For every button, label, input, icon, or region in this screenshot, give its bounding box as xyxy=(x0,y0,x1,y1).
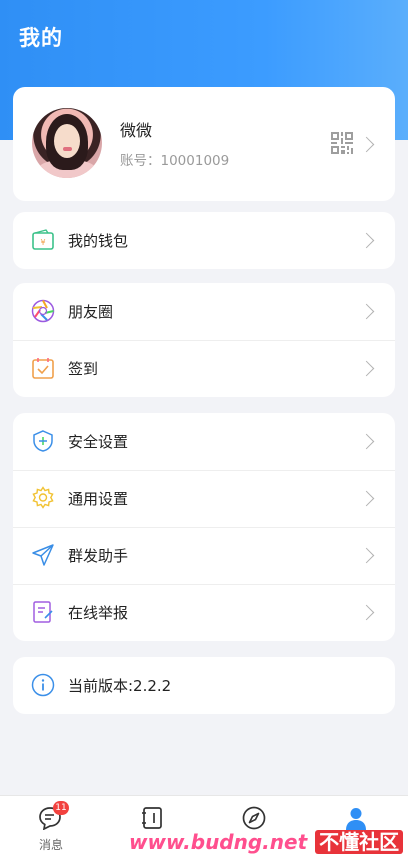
menu-item-broadcast[interactable]: 群发助手 xyxy=(13,527,395,584)
chevron-right-icon xyxy=(358,136,375,153)
moments-aperture-icon xyxy=(31,299,55,323)
report-edit-icon xyxy=(33,601,53,623)
watermark-text: 不懂社区 xyxy=(315,830,404,854)
wallet-card: ¥ 我的钱包 xyxy=(13,212,395,269)
menu-item-label: 在线举报 xyxy=(68,604,129,622)
menu-item-label: 群发助手 xyxy=(68,547,129,565)
chevron-right-icon xyxy=(358,232,375,249)
menu-item-security[interactable]: 安全设置 xyxy=(13,413,395,470)
version-label: 当前版本:2.2.2 xyxy=(68,677,172,695)
chevron-right-icon xyxy=(358,360,375,377)
menu-item-label: 安全设置 xyxy=(68,433,129,451)
svg-text:¥: ¥ xyxy=(40,238,45,247)
unread-badge: 11 xyxy=(53,801,69,815)
menu-item-label: 我的钱包 xyxy=(68,232,129,250)
menu-item-moments[interactable]: 朋友圈 xyxy=(13,283,395,340)
chevron-right-icon xyxy=(358,547,375,564)
menu-item-label: 朋友圈 xyxy=(68,303,114,321)
menu-item-checkin[interactable]: 签到 xyxy=(13,340,395,397)
page-title: 我的 xyxy=(19,26,63,50)
chevron-right-icon xyxy=(358,433,375,450)
watermark-domain: www.budng.net xyxy=(129,830,308,854)
watermark: www.budng.net 不懂社区 xyxy=(129,826,408,856)
shield-icon xyxy=(33,430,53,452)
social-card: 朋友圈 签到 xyxy=(13,283,395,397)
chevron-right-icon xyxy=(358,490,375,507)
profile-card[interactable]: 微微 账号：10001009 xyxy=(13,87,395,201)
calendar-check-icon xyxy=(32,358,54,379)
wallet-icon: ¥ xyxy=(32,229,54,250)
gear-icon xyxy=(32,486,54,509)
info-icon xyxy=(31,673,55,697)
version-card: 当前版本:2.2.2 xyxy=(13,657,395,714)
menu-item-report[interactable]: 在线举报 xyxy=(13,584,395,641)
tab-label: 消息 xyxy=(38,838,63,852)
tab-messages[interactable]: 11 消息 xyxy=(0,796,102,861)
menu-item-version[interactable]: 当前版本:2.2.2 xyxy=(13,657,395,714)
profile-nickname: 微微 xyxy=(120,121,153,140)
qr-code-icon[interactable] xyxy=(331,132,353,154)
profile-account: 账号：10001009 xyxy=(120,153,230,169)
settings-card: 安全设置 通用设置 群发助手 在线举报 xyxy=(13,413,395,641)
avatar[interactable] xyxy=(32,108,102,178)
menu-item-wallet[interactable]: ¥ 我的钱包 xyxy=(13,212,395,269)
chevron-right-icon xyxy=(358,303,375,320)
chevron-right-icon xyxy=(358,604,375,621)
menu-item-general[interactable]: 通用设置 xyxy=(13,470,395,527)
paper-plane-icon xyxy=(32,544,54,566)
menu-item-label: 签到 xyxy=(68,360,99,378)
menu-item-label: 通用设置 xyxy=(68,490,129,508)
